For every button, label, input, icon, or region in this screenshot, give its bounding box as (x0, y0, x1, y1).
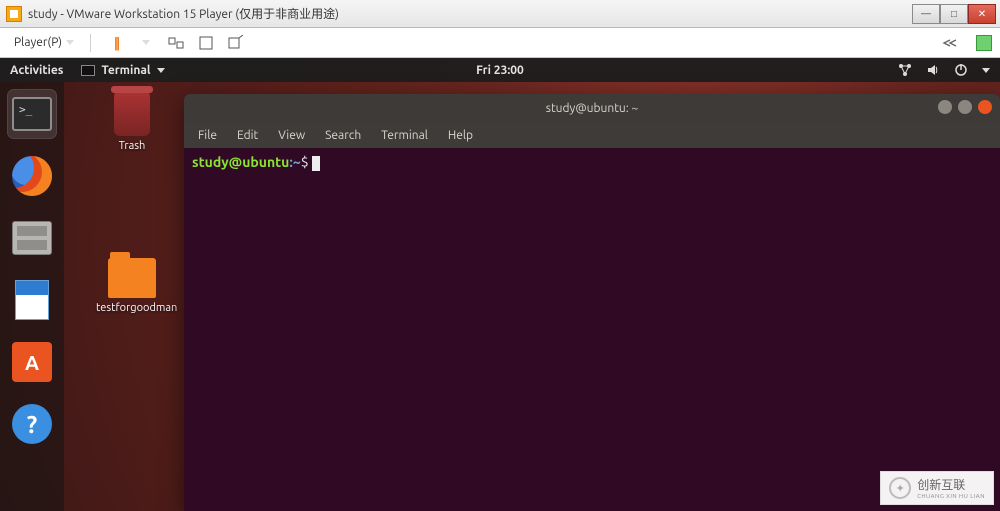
terminal-body[interactable]: study@ubuntu:~$ (184, 148, 1000, 511)
unity-icon (228, 35, 244, 51)
guest-desktop: Activities Terminal Fri 23:00 A ? Trash … (0, 58, 1000, 511)
clock-button[interactable]: Fri 23:00 (476, 64, 524, 77)
help-icon: ? (12, 404, 52, 444)
collapse-icon[interactable] (942, 39, 966, 47)
dock-item-terminal[interactable] (8, 90, 56, 138)
folder-label: testforgoodman (96, 302, 168, 315)
ubuntu-dock: A ? (0, 82, 64, 511)
maximize-button[interactable]: □ (940, 4, 968, 24)
terminal-menu-edit[interactable]: Edit (237, 129, 258, 142)
fullscreen-button[interactable] (195, 32, 217, 54)
desktop-icon-trash[interactable]: Trash (96, 92, 168, 153)
terminal-close-button[interactable] (978, 100, 992, 114)
terminal-titlebar[interactable]: study@ubuntu: ~ (184, 94, 1000, 122)
terminal-menu-help[interactable]: Help (448, 129, 473, 142)
watermark-text: 创新互联 (917, 476, 985, 493)
watermark: ✦ 创新互联 CHUANG XIN HU LIAN (880, 471, 994, 505)
volume-icon (926, 63, 940, 77)
player-menu-label: Player(P) (14, 36, 62, 49)
terminal-maximize-button[interactable] (958, 100, 972, 114)
terminal-menu-terminal[interactable]: Terminal (381, 129, 428, 142)
terminal-icon (12, 97, 52, 131)
folder-icon (108, 258, 156, 298)
terminal-minimize-button[interactable] (938, 100, 952, 114)
trash-icon (114, 92, 150, 136)
terminal-menu-search[interactable]: Search (325, 129, 361, 142)
pause-icon: || (114, 35, 119, 51)
notes-button[interactable] (976, 35, 992, 51)
watermark-sub: CHUANG XIN HU LIAN (917, 493, 985, 500)
pause-button[interactable]: || (105, 32, 127, 54)
terminal-menu-file[interactable]: File (198, 129, 217, 142)
app-menu-label: Terminal (101, 64, 150, 77)
send-ctrl-alt-del-button[interactable] (165, 32, 187, 54)
terminal-title-text: study@ubuntu: ~ (546, 102, 639, 115)
dock-item-software[interactable]: A (8, 338, 56, 386)
trash-label: Trash (96, 140, 168, 153)
terminal-mini-icon (81, 65, 95, 76)
minimize-button[interactable]: — (912, 4, 940, 24)
dock-item-files[interactable] (8, 214, 56, 262)
app-menu-button[interactable]: Terminal (81, 64, 164, 77)
terminal-window: study@ubuntu: ~ File Edit View Search Te… (184, 94, 1000, 511)
watermark-logo-icon: ✦ (889, 477, 911, 499)
unity-button[interactable] (225, 32, 247, 54)
network-icon (898, 63, 912, 77)
firefox-icon (12, 156, 52, 196)
chevron-down-icon (66, 40, 74, 45)
prompt-path: ~ (293, 154, 301, 170)
dock-item-help[interactable]: ? (8, 400, 56, 448)
vmware-toolbar: Player(P) || (0, 28, 1000, 58)
files-icon (12, 221, 52, 255)
window-controls: — □ ✕ (912, 4, 996, 24)
ubuntu-top-bar: Activities Terminal Fri 23:00 (0, 58, 1000, 82)
system-tray[interactable] (898, 63, 990, 77)
activities-button[interactable]: Activities (10, 64, 63, 77)
software-icon: A (12, 342, 52, 382)
dock-item-firefox[interactable] (8, 152, 56, 200)
toolbar-separator (90, 34, 91, 52)
terminal-cursor (312, 156, 320, 171)
vm-dropdown-button[interactable] (135, 32, 157, 54)
power-icon (954, 63, 968, 77)
close-button[interactable]: ✕ (968, 4, 996, 24)
desktop-icon-folder[interactable]: testforgoodman (96, 258, 168, 315)
fullscreen-icon (198, 35, 214, 51)
terminal-menu-view[interactable]: View (278, 129, 305, 142)
prompt-symbol: $ (301, 154, 309, 170)
document-icon (15, 280, 49, 320)
window-title: study - VMware Workstation 15 Player (仅用… (28, 5, 912, 22)
player-menu-button[interactable]: Player(P) (8, 34, 80, 51)
chevron-down-icon (982, 68, 990, 73)
windows-titlebar: study - VMware Workstation 15 Player (仅用… (0, 0, 1000, 28)
chevron-down-icon (142, 40, 150, 45)
dock-item-writer[interactable] (8, 276, 56, 324)
vmware-icon (6, 6, 22, 22)
prompt-user-host: study@ubuntu (192, 154, 289, 170)
keys-icon (168, 35, 184, 51)
chevron-down-icon (157, 68, 165, 73)
terminal-menubar: File Edit View Search Terminal Help (184, 122, 1000, 148)
